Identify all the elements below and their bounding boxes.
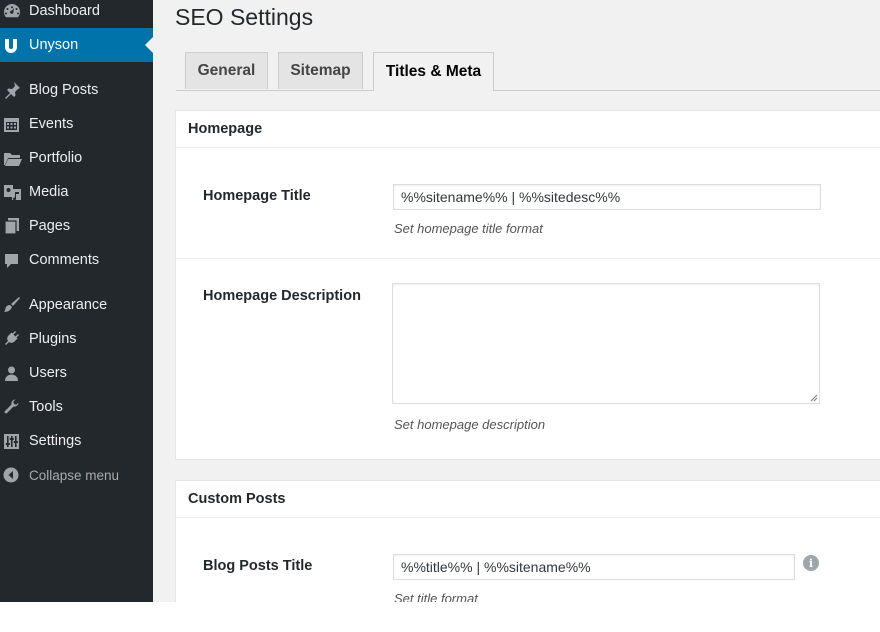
sidebar-item-dashboard[interactable]: Dashboard [0,0,153,28]
wrench-icon [0,390,29,424]
sidebar-item-settings[interactable]: Settings [0,424,153,458]
collapse-menu-button[interactable]: Collapse menu [0,458,153,492]
sidebar-item-tools[interactable]: Tools [0,390,153,424]
pages-icon [0,209,29,243]
sidebar-item-comments[interactable]: Comments [0,243,153,277]
tab-titles-meta[interactable]: Titles & Meta [373,52,494,91]
tab-general[interactable]: General [185,52,268,89]
sidebar-item-label: Plugins [29,331,77,347]
sidebar-item-label: Unyson [29,37,79,53]
sidebar-item-label: Pages [29,218,71,234]
sidebar-item-label: Tools [29,399,63,415]
homepage-description-help: Set homepage description [394,417,546,432]
sidebar-item-label: Dashboard [29,3,100,19]
homepage-panel-heading: Homepage [176,111,880,148]
sidebar-item-label: Comments [29,252,100,268]
tab-sitemap[interactable]: Sitemap [278,52,363,89]
pin-icon [0,73,29,107]
homepage-title-label: Homepage Title [203,188,311,204]
blog-posts-title-label: Blog Posts Title [203,558,313,574]
plugin-icon [0,322,29,356]
sidebar-item-label: Media [29,184,69,200]
sidebar-item-label: Settings [29,433,82,449]
homepage-description-textarea[interactable] [392,283,820,404]
sidebar-item-label: Appearance [29,297,108,313]
media-icon [0,175,29,209]
homepage-description-label: Homepage Description [203,288,361,304]
dashboard-icon [0,0,29,28]
unyson-icon [0,28,29,62]
info-icon[interactable]: i [803,555,819,571]
sidebar-item-label: Blog Posts [29,82,99,98]
admin-sidebar: Dashboard Unyson Blog Posts Events Portf [0,0,153,602]
field-divider [176,258,880,259]
sidebar-item-plugins[interactable]: Plugins [0,322,153,356]
settings-tabs: General Sitemap Titles & Meta [176,52,880,91]
resize-grip-icon[interactable] [810,394,818,402]
blog-posts-title-help: Set title format [394,591,478,602]
collapse-menu-label: Collapse menu [29,467,120,483]
comment-icon [0,243,29,277]
sidebar-item-label: Portfolio [29,150,83,166]
sidebar-item-portfolio[interactable]: Portfolio [0,141,153,175]
user-icon [0,356,29,390]
sidebar-item-label: Users [29,365,67,381]
sidebar-item-blog-posts[interactable]: Blog Posts [0,73,153,107]
folder-icon [0,141,29,175]
custom-posts-panel: Custom Posts Blog Posts Title i Set titl… [175,480,880,602]
homepage-title-help: Set homepage title format [394,221,543,236]
settings-icon [0,424,29,458]
sidebar-item-users[interactable]: Users [0,356,153,390]
sidebar-item-unyson[interactable]: Unyson [0,28,153,62]
sidebar-item-media[interactable]: Media [0,175,153,209]
sidebar-item-label: Events [29,116,74,132]
homepage-panel: Homepage Homepage Title Set homepage tit… [175,110,880,460]
homepage-title-input[interactable] [393,184,821,210]
blog-posts-title-input[interactable] [393,554,795,580]
sidebar-item-pages[interactable]: Pages [0,209,153,243]
calendar-icon [0,107,29,141]
page-title: SEO Settings [175,4,314,30]
custom-posts-panel-heading: Custom Posts [176,481,880,518]
brush-icon [0,288,29,322]
sidebar-item-appearance[interactable]: Appearance [0,288,153,322]
collapse-arrow-icon [0,458,29,492]
wp-admin-screen: Dashboard Unyson Blog Posts Events Portf [0,0,880,602]
sidebar-item-events[interactable]: Events [0,107,153,141]
